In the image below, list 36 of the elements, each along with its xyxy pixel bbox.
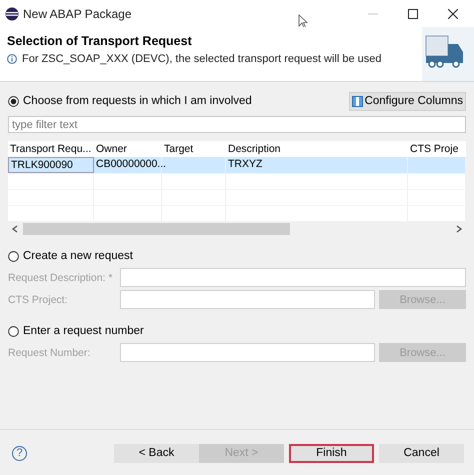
maximize-icon[interactable] (408, 8, 418, 18)
scroll-left-icon[interactable] (11, 225, 19, 233)
radio-circle-icon[interactable] (8, 326, 19, 336)
info-message: For ZSC_SOAP_XXX (DEVC), the selected transport request will be used (22, 53, 382, 65)
column-header[interactable]: Target (162, 141, 226, 157)
close-icon[interactable] (448, 8, 458, 18)
column-header[interactable]: CTS Proje (408, 141, 466, 157)
radio-circle-icon[interactable] (8, 250, 19, 262)
info-icon (7, 54, 17, 64)
input-field[interactable] (120, 290, 375, 309)
page-title: Selection of Transport Request (7, 34, 193, 48)
columns-icon (352, 96, 363, 106)
dialog-button[interactable]: < Back (114, 444, 199, 462)
input-field[interactable] (120, 268, 466, 287)
radio-button[interactable]: Enter a request number (8, 325, 144, 337)
field-label: CTS Project: (8, 294, 69, 306)
radio-circle-icon[interactable] (8, 96, 19, 106)
table-row[interactable]: TRLK900090 CB00000000... TRXYZ (8, 157, 466, 174)
input-field[interactable] (120, 343, 375, 362)
column-header[interactable]: Description (226, 141, 408, 157)
dialog-button[interactable]: Finish (289, 444, 374, 462)
app-logo-icon (5, 6, 19, 20)
field-label: Request Description: * (8, 272, 114, 284)
filter-field[interactable]: type filter text (8, 116, 466, 133)
radio-button[interactable]: Choose from requests in which I am involved (8, 95, 252, 107)
help-button[interactable]: ? (12, 446, 27, 460)
table-cell: TRXYZ (226, 157, 408, 173)
column-header[interactable]: Owner (94, 141, 162, 157)
radio-button[interactable]: Create a new request (8, 250, 133, 262)
field-label: Request Number: (8, 346, 92, 358)
column-header[interactable]: Transport Requ... (8, 141, 94, 157)
scroll-right-icon[interactable] (455, 225, 463, 233)
window-title: New ABAP Package (23, 6, 132, 20)
dialog-button[interactable]: Cancel (379, 444, 464, 462)
configure-columns-button[interactable]: Configure Columns (348, 92, 466, 110)
table-cell: TRLK900090 (8, 157, 94, 173)
